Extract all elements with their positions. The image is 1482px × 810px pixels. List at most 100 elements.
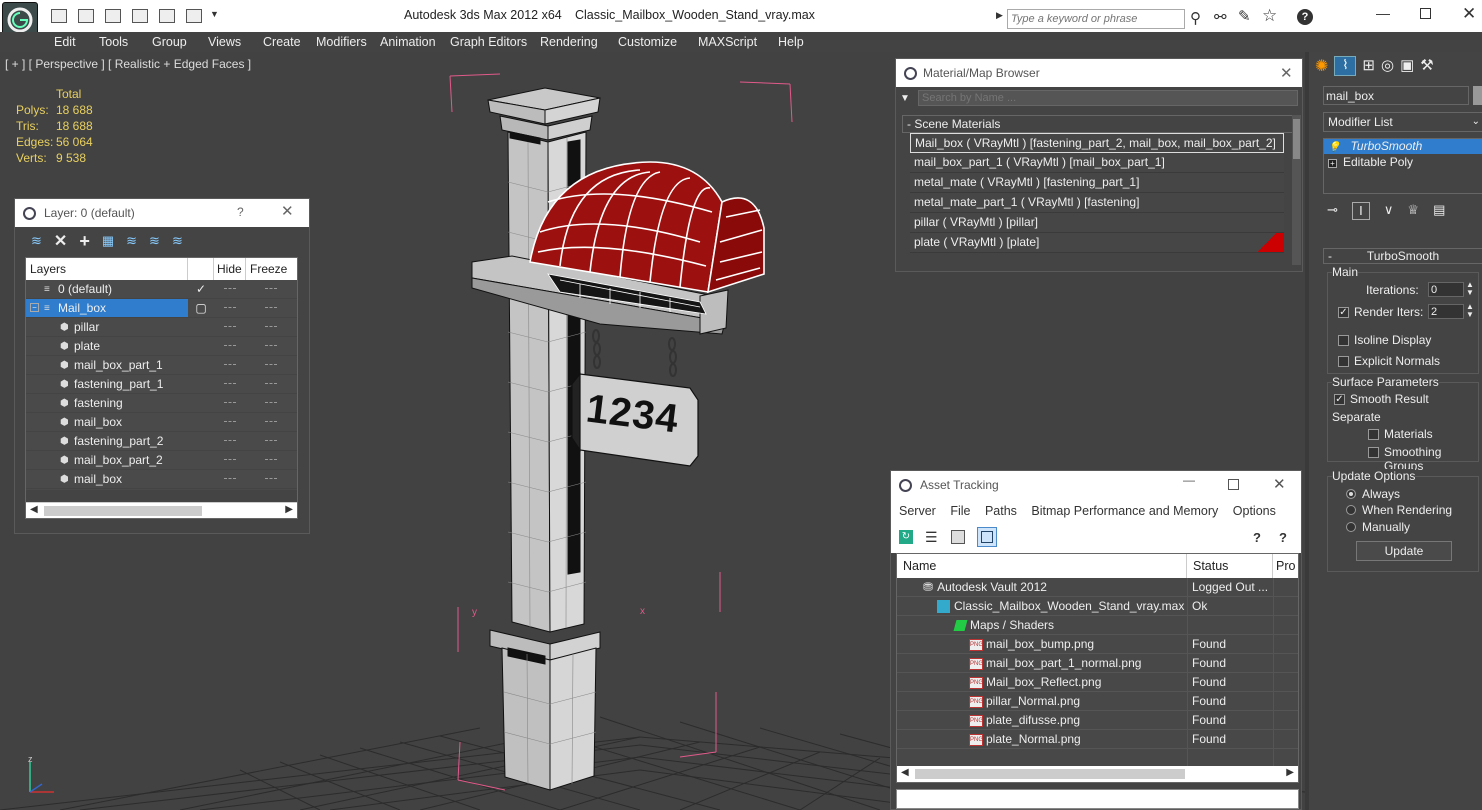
asset-close-icon[interactable]: ✕	[1273, 475, 1286, 493]
list-icon[interactable]: ☰	[925, 529, 938, 546]
asset-row[interactable]: PNG plate_difusse.png Found	[897, 711, 1298, 730]
layer-row[interactable]: ⬢ mail_box_part_2	[26, 451, 297, 470]
maximize-icon[interactable]	[1420, 8, 1431, 19]
scene-material-item[interactable]: Mail_box ( VRayMtl ) [fastening_part_2, …	[910, 133, 1284, 153]
manually-radio[interactable]	[1346, 522, 1356, 532]
asset-path-field[interactable]	[896, 789, 1299, 809]
layer-current-cell[interactable]: ▢	[188, 299, 214, 317]
when-rendering-radio[interactable]	[1346, 505, 1356, 515]
layer-hide-toggle[interactable]	[214, 432, 246, 450]
asset-menu-file[interactable]: File	[950, 504, 970, 518]
show-end-result-icon[interactable]: I	[1351, 202, 1370, 220]
layer-hide-toggle[interactable]	[214, 299, 246, 317]
asset-hscroll[interactable]: ◀ ▶	[897, 766, 1298, 782]
menu-views[interactable]: Views	[208, 33, 241, 51]
layer-current-cell[interactable]	[188, 413, 214, 431]
stack-item-turbosmooth[interactable]: 💡 TurboSmooth	[1324, 139, 1482, 154]
scene-material-item[interactable]: pillar ( VRayMtl ) [pillar]	[910, 213, 1284, 233]
save-icon[interactable]	[78, 9, 94, 23]
layer-name-cell[interactable]: ⬢ mail_box_part_2	[26, 451, 188, 469]
layer-row[interactable]: ⬢ mail_box	[26, 470, 297, 489]
layer-row[interactable]: ⬢ fastening_part_1	[26, 375, 297, 394]
update-button[interactable]: Update	[1356, 541, 1452, 561]
asset-row[interactable]: PNG pillar_Normal.png Found	[897, 692, 1298, 711]
scene-material-item[interactable]: mail_box_part_1 ( VRayMtl ) [mail_box_pa…	[910, 153, 1284, 173]
collapse-icon[interactable]: −	[30, 303, 39, 312]
matbrowser-search-input[interactable]	[918, 90, 1298, 106]
layer-current-cell[interactable]	[188, 337, 214, 355]
close-icon[interactable]: ✕	[1462, 4, 1476, 24]
layer-hide-toggle[interactable]	[214, 394, 246, 412]
object-name-field[interactable]	[1323, 86, 1469, 105]
delete-layer-icon[interactable]: ✕	[54, 231, 67, 251]
layer-current-cell[interactable]	[188, 375, 214, 393]
col-hide[interactable]: Hide	[214, 258, 246, 280]
scene-material-item[interactable]: plate ( VRayMtl ) [plate]	[910, 233, 1284, 253]
search-options-icon[interactable]: ▼	[900, 93, 918, 104]
col-layers[interactable]: Layers	[26, 258, 188, 280]
layer-hide-toggle[interactable]	[214, 280, 246, 298]
turbosmooth-rollout-title[interactable]: - TurboSmooth	[1323, 248, 1482, 264]
make-unique-icon[interactable]: ∨	[1384, 202, 1394, 224]
layer-name-cell[interactable]: ⬢ mail_box_part_1	[26, 356, 188, 374]
layer-current-cell[interactable]	[188, 470, 214, 488]
asset-row[interactable]: PNG Mail_box_Reflect.png Found	[897, 673, 1298, 692]
communication-icon[interactable]: ✎	[1238, 7, 1251, 25]
menu-help[interactable]: Help	[778, 33, 804, 51]
asset-row[interactable]: PNG mail_box_part_1_normal.png Found	[897, 654, 1298, 673]
set-current-icon[interactable]: ≋	[149, 233, 160, 249]
modify-tab-icon[interactable]: ⌇	[1334, 56, 1357, 76]
asset-col-name[interactable]: Name	[897, 554, 1187, 578]
layer-row[interactable]: ⬢ pillar	[26, 318, 297, 337]
layer-freeze-toggle[interactable]	[246, 356, 296, 374]
menu-graph-editors[interactable]: Graph Editors	[450, 33, 527, 51]
menu-maxscript[interactable]: MAXScript	[698, 33, 757, 51]
layer-hide-toggle[interactable]	[214, 337, 246, 355]
select-objects-icon[interactable]: ▦	[102, 233, 114, 249]
menu-modifiers[interactable]: Modifiers	[316, 33, 367, 51]
layer-current-cell[interactable]	[188, 356, 214, 374]
hide-unhide-icon[interactable]: ≋	[172, 233, 183, 249]
layer-row[interactable]: − ≡ Mail_box ▢	[26, 299, 297, 318]
layer-hide-toggle[interactable]	[214, 375, 246, 393]
modifier-list-dropdown[interactable]: Modifier List ⌄	[1323, 112, 1482, 132]
layer-freeze-toggle[interactable]	[246, 337, 296, 355]
layer-hide-toggle[interactable]	[214, 470, 246, 488]
iterations-spinner[interactable]	[1428, 282, 1464, 297]
create-tab-icon[interactable]: ✺	[1315, 56, 1328, 76]
asset-col-status[interactable]: Status	[1187, 554, 1273, 578]
layer-hscroll[interactable]: ◀ ▶	[26, 502, 297, 518]
layer-name-cell[interactable]: ⬢ plate	[26, 337, 188, 355]
layer-freeze-toggle[interactable]	[246, 432, 296, 450]
add-to-layer-icon[interactable]: +	[79, 231, 90, 252]
smoothing-groups-checkbox[interactable]	[1368, 447, 1379, 458]
asset-menu-options[interactable]: Options	[1233, 504, 1276, 518]
render-iters-checkbox[interactable]: ✓	[1338, 307, 1349, 318]
subscription-icon[interactable]: ⚯	[1214, 8, 1227, 26]
col-freeze[interactable]: Freeze	[246, 258, 296, 280]
current-layer-check-icon[interactable]: ✓	[188, 280, 214, 298]
search-input[interactable]	[1007, 9, 1185, 29]
layer-freeze-toggle[interactable]	[246, 451, 296, 469]
expand-icon[interactable]: +	[1328, 159, 1337, 168]
asset-row[interactable]: PNG mail_box_bump.png Found	[897, 635, 1298, 654]
refresh-icon[interactable]: ↻	[899, 530, 913, 544]
layer-freeze-toggle[interactable]	[246, 318, 296, 336]
layer-name-cell[interactable]: ⬢ fastening	[26, 394, 188, 412]
binoculars-icon[interactable]: ⚲	[1190, 9, 1201, 27]
menu-rendering[interactable]: Rendering	[540, 33, 598, 51]
asset-row[interactable]: ⛃ Autodesk Vault 2012 Logged Out ...	[897, 578, 1298, 597]
layer-name-cell[interactable]: ⬢ mail_box	[26, 413, 188, 431]
layer-current-cell[interactable]	[188, 318, 214, 336]
asset-minimize-icon[interactable]: —	[1183, 473, 1195, 487]
matbrowser-close-icon[interactable]: ✕	[1280, 64, 1293, 82]
layer-freeze-toggle[interactable]	[246, 413, 296, 431]
stack-item-editable-poly[interactable]: + Editable Poly	[1324, 154, 1482, 170]
table-view-icon[interactable]	[977, 527, 997, 547]
matbrowser-vscroll[interactable]	[1292, 115, 1301, 265]
asset-help-icon[interactable]: ?	[1253, 530, 1261, 545]
layer-current-cell[interactable]	[188, 451, 214, 469]
select-layer-icon[interactable]: ≋	[126, 233, 137, 249]
layer-row[interactable]: ⬢ mail_box	[26, 413, 297, 432]
fetch-icon[interactable]	[186, 9, 202, 23]
